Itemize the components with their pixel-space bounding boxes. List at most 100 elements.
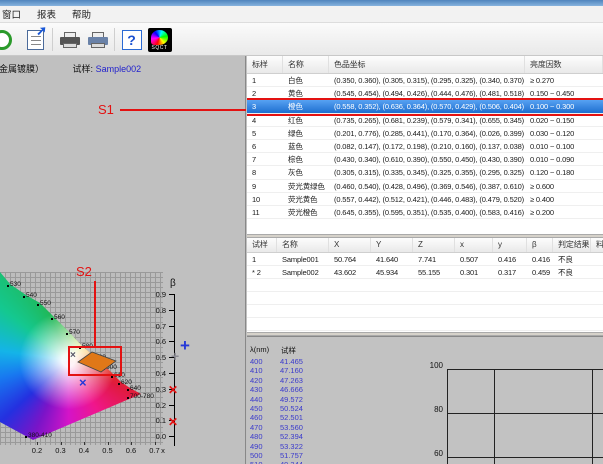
help-button[interactable]: ? xyxy=(118,26,145,53)
spectral-value: 49.572 xyxy=(280,395,303,404)
standards-cell-name: 绿色 xyxy=(283,127,329,139)
standards-cell-beta: 0.020 ~ 0.150 xyxy=(525,114,603,126)
col-header-coords: 色品坐标 xyxy=(329,56,525,73)
samples-cell-result: 不良 xyxy=(553,253,591,265)
samples-row-Sample001[interactable]: 1Sample00150.76441.6407.7410.5070.4160.4… xyxy=(247,253,603,266)
samples-cell-y: 0.317 xyxy=(493,266,527,278)
annotation-s1: S1 xyxy=(98,102,114,117)
toolbar-separator xyxy=(114,28,115,51)
spectral-value: 47.263 xyxy=(280,376,303,385)
x-axis-label-0.5: 0.5 xyxy=(102,446,112,455)
x-axis-tick xyxy=(131,442,132,445)
standards-cell-coords: (0.557, 0.442), (0.512, 0.421), (0.446, … xyxy=(329,193,525,205)
menu-item-0[interactable]: 窗口 xyxy=(0,6,29,22)
circle-tool-button[interactable] xyxy=(0,26,15,53)
samples-cell-y: 0.416 xyxy=(493,253,527,265)
spectral-row-510[interactable]: 51049.344 xyxy=(250,460,303,464)
standards-row-10[interactable]: 10荧光黄色(0.557, 0.442), (0.512, 0.421), (0… xyxy=(247,193,603,206)
sqct-button[interactable]: SQCT xyxy=(146,26,173,53)
samples-row-Sample002[interactable]: * 2Sample00243.60245.93455.1550.3010.317… xyxy=(247,266,603,279)
standards-row-3[interactable]: 3橙色(0.558, 0.352), (0.636, 0.364), (0.57… xyxy=(247,100,603,113)
beta-range-upper-mark-icon: ✕ xyxy=(168,383,178,397)
spectral-value: 53.560 xyxy=(280,423,303,432)
standards-row-6[interactable]: 6蓝色(0.082, 0.147), (0.172, 0.198), (0.21… xyxy=(247,140,603,153)
standards-row-11[interactable]: 11荧光橙色(0.645, 0.355), (0.595, 0.351), (0… xyxy=(247,206,603,219)
spectral-value: 52.394 xyxy=(280,432,303,441)
spectral-row-420[interactable]: 42047.263 xyxy=(250,376,303,385)
spectral-row-490[interactable]: 49053.322 xyxy=(250,442,303,451)
samples-cell-Z: 7.741 xyxy=(413,253,455,265)
sample-label: 试样: xyxy=(73,64,94,74)
wavelength-dot xyxy=(66,333,68,335)
chart-gridline xyxy=(592,369,593,464)
samples-row-empty xyxy=(247,305,603,318)
print-button[interactable] xyxy=(56,26,83,53)
sample-name-value: Sample002 xyxy=(96,64,142,74)
standards-cell-id: 8 xyxy=(247,166,283,178)
wavelength-dot xyxy=(37,304,39,306)
standards-cell-beta: 0.100 ~ 0.300 xyxy=(525,100,603,112)
menu-item-1[interactable]: 报表 xyxy=(35,6,64,22)
samples-col-header-6: y xyxy=(493,238,527,252)
x-axis-tick xyxy=(155,442,156,445)
wavelength-label-380-410: 380-410 xyxy=(28,432,52,439)
standards-row-4[interactable]: 4红色(0.735, 0.265), (0.681, 0.239), (0.57… xyxy=(247,114,603,127)
spectral-row-470[interactable]: 47053.560 xyxy=(250,423,303,432)
standards-cell-beta: 0.150 ~ 0.450 xyxy=(525,87,603,99)
help-icon: ? xyxy=(122,30,142,50)
wavelength-dot xyxy=(118,383,120,385)
wavelength-dot xyxy=(127,397,129,399)
spectral-row-410[interactable]: 41047.160 xyxy=(250,366,303,375)
report-export-button[interactable]: ➚ xyxy=(22,26,49,53)
menu-item-2[interactable]: 帮助 xyxy=(70,6,99,22)
samples-cell-beta: 0.416 xyxy=(527,253,553,265)
beta-tick-dash xyxy=(169,436,174,437)
x-axis-label-0.7: 0.7 xyxy=(149,446,159,455)
standards-cell-id: 6 xyxy=(247,140,283,152)
standards-cell-coords: (0.430, 0.340), (0.610, 0.390), (0.550, … xyxy=(329,153,525,165)
data-panel: 标样 名称 色品坐标 亮度因数 1白色(0.350, 0.360), (0.30… xyxy=(247,56,603,464)
standards-table: 标样 名称 色品坐标 亮度因数 1白色(0.350, 0.360), (0.30… xyxy=(247,56,603,234)
samples-cell-id: * 2 xyxy=(247,266,277,278)
standards-cell-id: 7 xyxy=(247,153,283,165)
coating-type-label: 无金属镀膜） xyxy=(0,64,44,74)
standards-row-5[interactable]: 5绿色(0.201, 0.776), (0.285, 0.441), (0.17… xyxy=(247,127,603,140)
beta-tick-label-0.9: 0.9 xyxy=(150,290,166,299)
spectral-row-430[interactable]: 43046.666 xyxy=(250,385,303,394)
standards-cell-name: 红色 xyxy=(283,114,329,126)
standard-point-cross-icon: × xyxy=(70,350,76,361)
x-axis-tick xyxy=(37,442,38,445)
spectral-row-440[interactable]: 44049.572 xyxy=(250,395,303,404)
beta-tick-dash xyxy=(169,326,174,327)
spectral-row-500[interactable]: 50051.757 xyxy=(250,451,303,460)
x-axis-tick xyxy=(61,442,62,445)
spectral-row-400[interactable]: 40041.465 xyxy=(250,357,303,366)
spectral-wavelength: 480 xyxy=(250,432,280,441)
wavelength-label-640: 640 xyxy=(130,385,141,392)
samples-cell-x: 0.301 xyxy=(455,266,493,278)
spectral-row-480[interactable]: 48052.394 xyxy=(250,432,303,441)
sample-point-cross-icon: × xyxy=(79,375,87,390)
standards-row-1[interactable]: 1白色(0.350, 0.360), (0.305, 0.315), (0.29… xyxy=(247,74,603,87)
standards-row-9[interactable]: 9荧光黄绿色(0.460, 0.540), (0.428, 0.496), (0… xyxy=(247,180,603,193)
spectral-row-460[interactable]: 46052.501 xyxy=(250,413,303,422)
spectral-value: 46.666 xyxy=(280,385,303,394)
samples-col-header-1: 名称 xyxy=(277,238,329,252)
sqct-label: SQCT xyxy=(148,45,172,51)
wavelength-label-530: 530 xyxy=(10,281,21,288)
samples-row-empty xyxy=(247,318,603,331)
print-preview-button[interactable] xyxy=(84,26,111,53)
x-axis-label-0.6: 0.6 xyxy=(126,446,136,455)
standards-cell-id: 3 xyxy=(247,100,283,112)
spectral-row-450[interactable]: 45050.524 xyxy=(250,404,303,413)
standards-row-2[interactable]: 2黄色(0.545, 0.454), (0.494, 0.426), (0.44… xyxy=(247,87,603,100)
standards-row-7[interactable]: 7棕色(0.430, 0.340), (0.610, 0.390), (0.55… xyxy=(247,153,603,166)
standards-row-8[interactable]: 8灰色(0.305, 0.315), (0.335, 0.345), (0.32… xyxy=(247,166,603,179)
annotation-s2: S2 xyxy=(76,264,92,279)
annotation-s1-line xyxy=(120,109,246,111)
wavelength-dot xyxy=(25,436,27,438)
standards-cell-beta: ≥ 0.200 xyxy=(525,206,603,218)
standards-cell-name: 荧光橙色 xyxy=(283,206,329,218)
standards-cell-beta: 0.010 ~ 0.100 xyxy=(525,140,603,152)
beta-tick-dash xyxy=(169,341,174,342)
